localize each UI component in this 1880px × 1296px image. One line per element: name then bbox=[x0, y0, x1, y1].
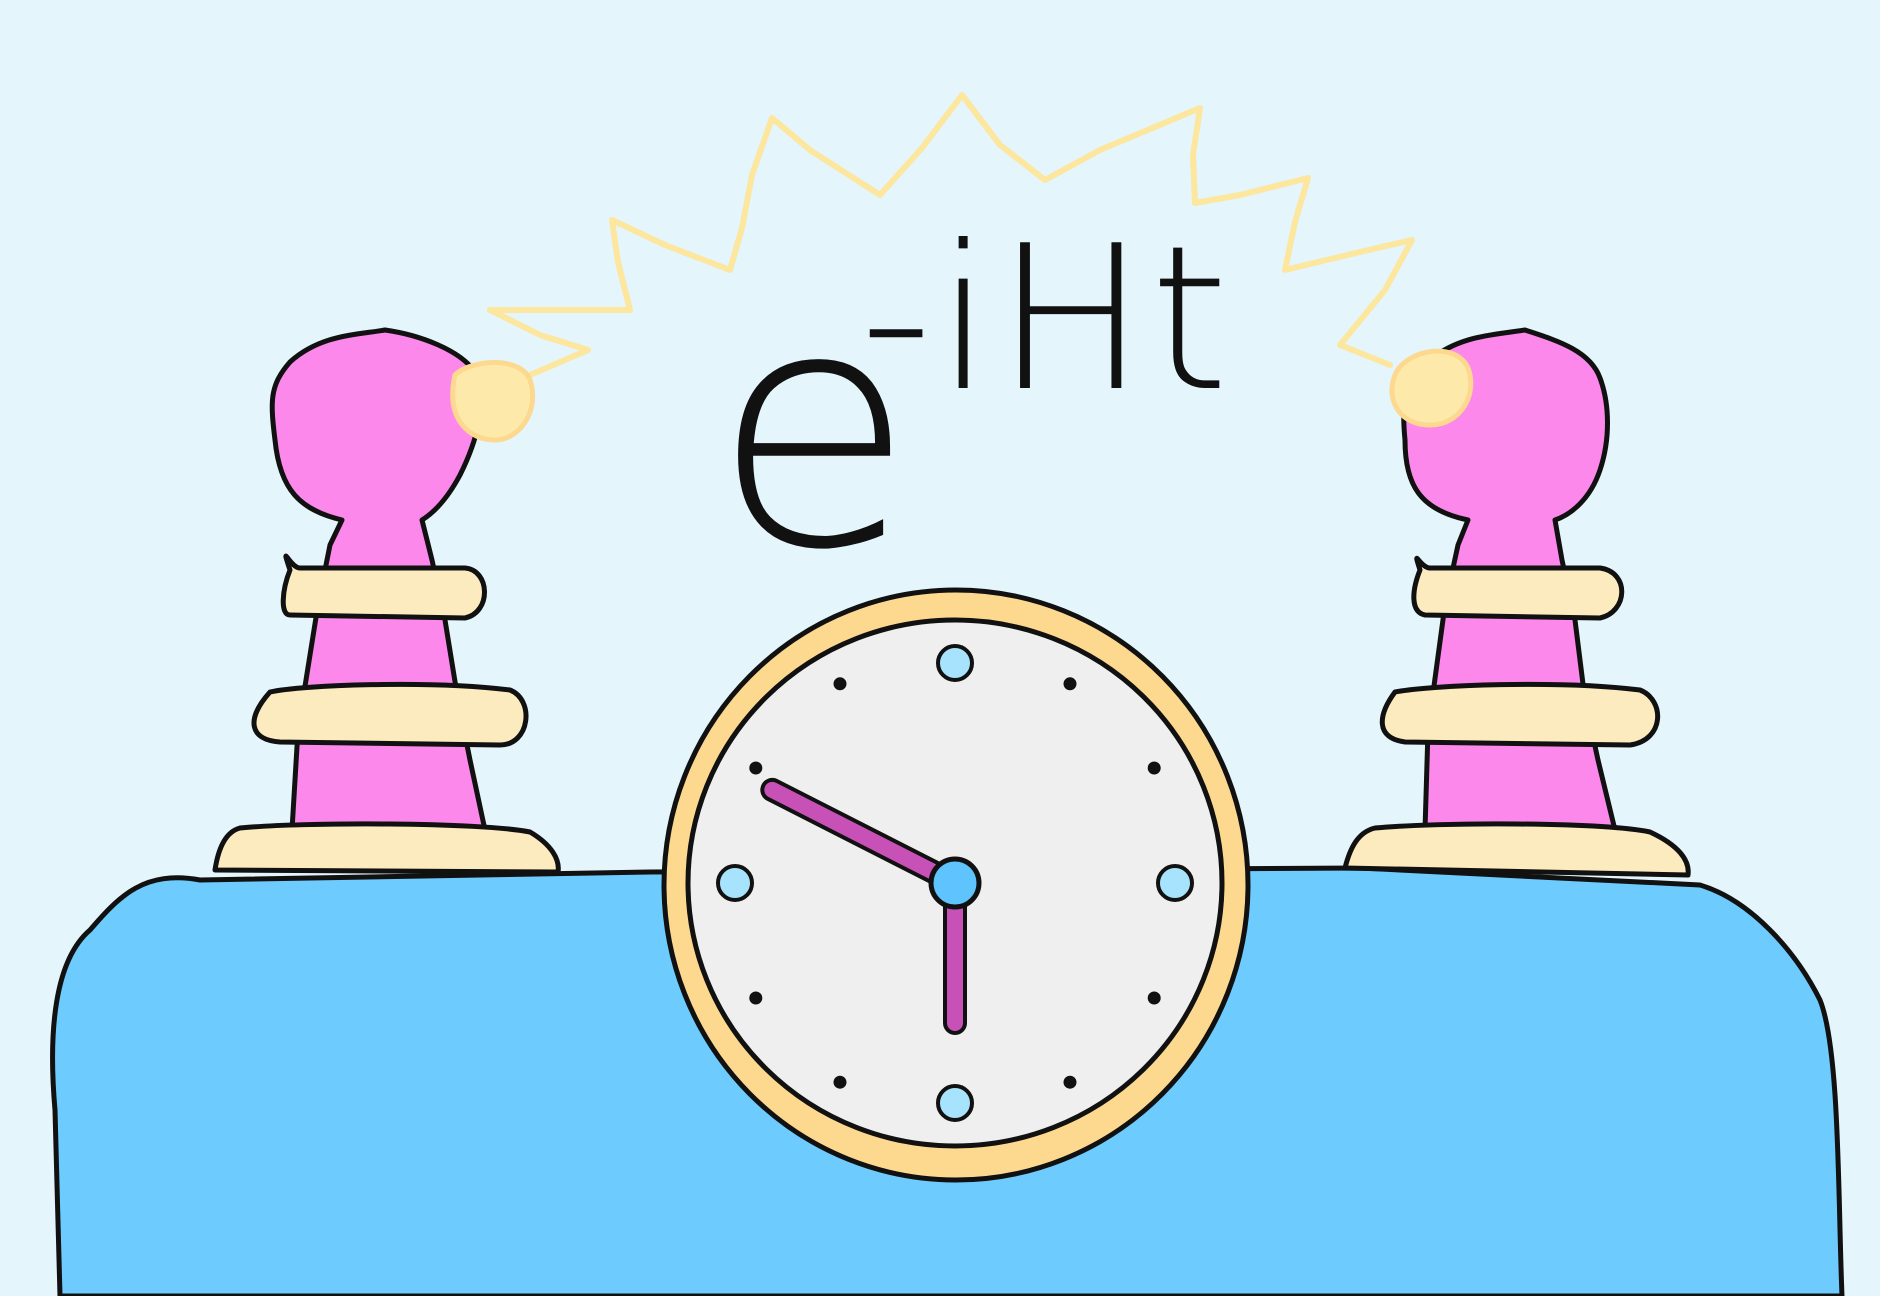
right-pedestal-base bbox=[1342, 821, 1691, 878]
clock-marker-9 bbox=[716, 864, 754, 902]
clock-marker-12 bbox=[936, 644, 974, 682]
right-spark-bulb bbox=[1389, 348, 1474, 428]
clock-marker-4 bbox=[1147, 991, 1161, 1005]
clock-marker-5 bbox=[1063, 1075, 1077, 1089]
illustration-scene bbox=[0, 0, 1880, 1296]
left-pedestal-middle-ring bbox=[251, 681, 529, 748]
left-spark-bulb bbox=[450, 360, 536, 443]
clock bbox=[661, 587, 1251, 1183]
left-pedestal-base bbox=[212, 821, 561, 875]
clock-marker-3 bbox=[1156, 864, 1194, 902]
clock-marker-1 bbox=[1063, 677, 1077, 691]
clock-center-hub bbox=[928, 856, 982, 910]
right-pedestal-upper-ring bbox=[1411, 555, 1625, 621]
formula: e -iHt bbox=[700, 203, 1260, 596]
clock-marker-10 bbox=[749, 761, 763, 775]
clock-marker-7 bbox=[833, 1075, 847, 1089]
formula-exponent: -iHt bbox=[860, 203, 1233, 436]
clock-marker-6 bbox=[936, 1084, 974, 1122]
clock-marker-8 bbox=[749, 991, 763, 1005]
clock-marker-11 bbox=[833, 677, 847, 691]
right-pedestal-middle-ring bbox=[1379, 681, 1661, 748]
clock-marker-2 bbox=[1147, 761, 1161, 775]
